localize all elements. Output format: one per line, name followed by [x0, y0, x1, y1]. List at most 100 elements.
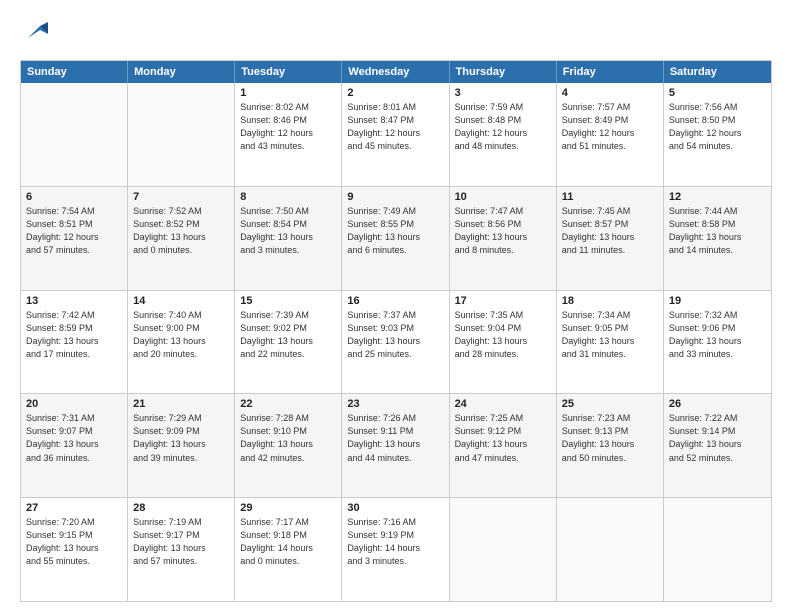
- cell-line: and 3 minutes.: [240, 244, 336, 257]
- cell-line: Sunrise: 7:56 AM: [669, 101, 766, 114]
- day-number: 19: [669, 295, 766, 307]
- cell-line: Daylight: 13 hours: [562, 231, 658, 244]
- cell-line: and 0 minutes.: [240, 555, 336, 568]
- cell-line: Daylight: 13 hours: [347, 231, 443, 244]
- cell-line: Sunrise: 7:34 AM: [562, 309, 658, 322]
- cell-line: and 3 minutes.: [347, 555, 443, 568]
- calendar-cell-10: 10Sunrise: 7:47 AMSunset: 8:56 PMDayligh…: [450, 187, 557, 290]
- calendar-cell-15: 15Sunrise: 7:39 AMSunset: 9:02 PMDayligh…: [235, 291, 342, 394]
- cell-line: Daylight: 13 hours: [347, 335, 443, 348]
- calendar-cell-empty: [557, 498, 664, 601]
- cell-line: Sunset: 8:49 PM: [562, 114, 658, 127]
- calendar-cell-17: 17Sunrise: 7:35 AMSunset: 9:04 PMDayligh…: [450, 291, 557, 394]
- cell-line: Daylight: 12 hours: [669, 127, 766, 140]
- cell-line: Daylight: 13 hours: [26, 438, 122, 451]
- day-number: 18: [562, 295, 658, 307]
- cell-line: and 22 minutes.: [240, 348, 336, 361]
- day-number: 27: [26, 502, 122, 514]
- calendar-cell-22: 22Sunrise: 7:28 AMSunset: 9:10 PMDayligh…: [235, 394, 342, 497]
- cell-line: Sunset: 8:55 PM: [347, 218, 443, 231]
- cell-line: Sunset: 8:51 PM: [26, 218, 122, 231]
- cell-line: Daylight: 12 hours: [455, 127, 551, 140]
- calendar-cell-8: 8 Sunrise: 7:50 AMSunset: 8:54 PMDaylight…: [235, 187, 342, 290]
- cell-line: and 45 minutes.: [347, 140, 443, 153]
- cell-line: Sunrise: 8:01 AM: [347, 101, 443, 114]
- cell-line: Sunset: 9:11 PM: [347, 425, 443, 438]
- calendar-cell-11: 11Sunrise: 7:45 AMSunset: 8:57 PMDayligh…: [557, 187, 664, 290]
- calendar-cell-12: 12Sunrise: 7:44 AMSunset: 8:58 PMDayligh…: [664, 187, 771, 290]
- cell-line: and 43 minutes.: [240, 140, 336, 153]
- cell-line: Sunset: 9:07 PM: [26, 425, 122, 438]
- cell-line: Sunset: 8:59 PM: [26, 322, 122, 335]
- cell-line: and 55 minutes.: [26, 555, 122, 568]
- cell-line: Sunset: 9:17 PM: [133, 529, 229, 542]
- cell-line: Sunrise: 7:40 AM: [133, 309, 229, 322]
- cell-line: Daylight: 13 hours: [240, 335, 336, 348]
- cell-line: and 42 minutes.: [240, 452, 336, 465]
- cell-line: Daylight: 13 hours: [347, 438, 443, 451]
- day-number: 22: [240, 398, 336, 410]
- cell-line: Sunrise: 7:39 AM: [240, 309, 336, 322]
- day-number: 8: [240, 191, 336, 203]
- calendar-cell-13: 13Sunrise: 7:42 AMSunset: 8:59 PMDayligh…: [21, 291, 128, 394]
- cell-line: Sunrise: 7:57 AM: [562, 101, 658, 114]
- cell-line: Sunset: 9:15 PM: [26, 529, 122, 542]
- header-day-monday: Monday: [128, 61, 235, 83]
- day-number: 23: [347, 398, 443, 410]
- cell-line: Sunset: 9:19 PM: [347, 529, 443, 542]
- header-day-sunday: Sunday: [21, 61, 128, 83]
- cell-line: and 54 minutes.: [669, 140, 766, 153]
- calendar-cell-26: 26Sunrise: 7:22 AMSunset: 9:14 PMDayligh…: [664, 394, 771, 497]
- calendar-cell-6: 6Sunrise: 7:54 AMSunset: 8:51 PMDaylight…: [21, 187, 128, 290]
- cell-line: Sunset: 9:05 PM: [562, 322, 658, 335]
- calendar-cell-empty: [21, 83, 128, 186]
- cell-line: Sunset: 9:14 PM: [669, 425, 766, 438]
- day-number: 21: [133, 398, 229, 410]
- day-number: 26: [669, 398, 766, 410]
- calendar-body: 1Sunrise: 8:02 AMSunset: 8:46 PMDaylight…: [21, 83, 771, 601]
- cell-line: Sunrise: 7:22 AM: [669, 412, 766, 425]
- cell-line: Sunset: 8:54 PM: [240, 218, 336, 231]
- cell-line: Sunrise: 7:47 AM: [455, 205, 551, 218]
- cell-line: Sunset: 9:18 PM: [240, 529, 336, 542]
- cell-line: Sunrise: 7:45 AM: [562, 205, 658, 218]
- day-number: 10: [455, 191, 551, 203]
- cell-line: Sunrise: 7:17 AM: [240, 516, 336, 529]
- cell-line: Daylight: 12 hours: [347, 127, 443, 140]
- cell-line: Sunset: 9:12 PM: [455, 425, 551, 438]
- cell-line: Sunset: 9:04 PM: [455, 322, 551, 335]
- calendar-cell-2: 2Sunrise: 8:01 AMSunset: 8:47 PMDaylight…: [342, 83, 449, 186]
- calendar-cell-23: 23 Sunrise: 7:26 AMSunset: 9:11 PMDayligh…: [342, 394, 449, 497]
- calendar-cell-4: 4Sunrise: 7:57 AMSunset: 8:49 PMDaylight…: [557, 83, 664, 186]
- day-number: 7: [133, 191, 229, 203]
- cell-line: Sunrise: 7:28 AM: [240, 412, 336, 425]
- cell-line: Sunset: 8:56 PM: [455, 218, 551, 231]
- header-day-friday: Friday: [557, 61, 664, 83]
- cell-line: and 52 minutes.: [669, 452, 766, 465]
- calendar: SundayMondayTuesdayWednesdayThursdayFrid…: [20, 60, 772, 602]
- cell-line: Sunset: 9:13 PM: [562, 425, 658, 438]
- cell-line: Daylight: 13 hours: [455, 438, 551, 451]
- cell-line: Sunset: 8:52 PM: [133, 218, 229, 231]
- day-number: 25: [562, 398, 658, 410]
- day-number: 16: [347, 295, 443, 307]
- cell-line: and 36 minutes.: [26, 452, 122, 465]
- calendar-cell-29: 29Sunrise: 7:17 AMSunset: 9:18 PMDayligh…: [235, 498, 342, 601]
- cell-line: Sunrise: 7:50 AM: [240, 205, 336, 218]
- header-day-saturday: Saturday: [664, 61, 771, 83]
- cell-line: Sunrise: 7:23 AM: [562, 412, 658, 425]
- cell-line: and 47 minutes.: [455, 452, 551, 465]
- cell-line: Sunrise: 7:44 AM: [669, 205, 766, 218]
- cell-line: and 44 minutes.: [347, 452, 443, 465]
- logo: [20, 18, 54, 50]
- cell-line: Daylight: 13 hours: [240, 231, 336, 244]
- calendar-cell-21: 21Sunrise: 7:29 AMSunset: 9:09 PMDayligh…: [128, 394, 235, 497]
- cell-line: Sunset: 9:09 PM: [133, 425, 229, 438]
- cell-line: Daylight: 14 hours: [347, 542, 443, 555]
- cell-line: and 14 minutes.: [669, 244, 766, 257]
- cell-line: Sunrise: 7:42 AM: [26, 309, 122, 322]
- cell-line: Sunset: 9:06 PM: [669, 322, 766, 335]
- day-number: 3: [455, 87, 551, 99]
- day-number: 29: [240, 502, 336, 514]
- cell-line: Sunrise: 7:26 AM: [347, 412, 443, 425]
